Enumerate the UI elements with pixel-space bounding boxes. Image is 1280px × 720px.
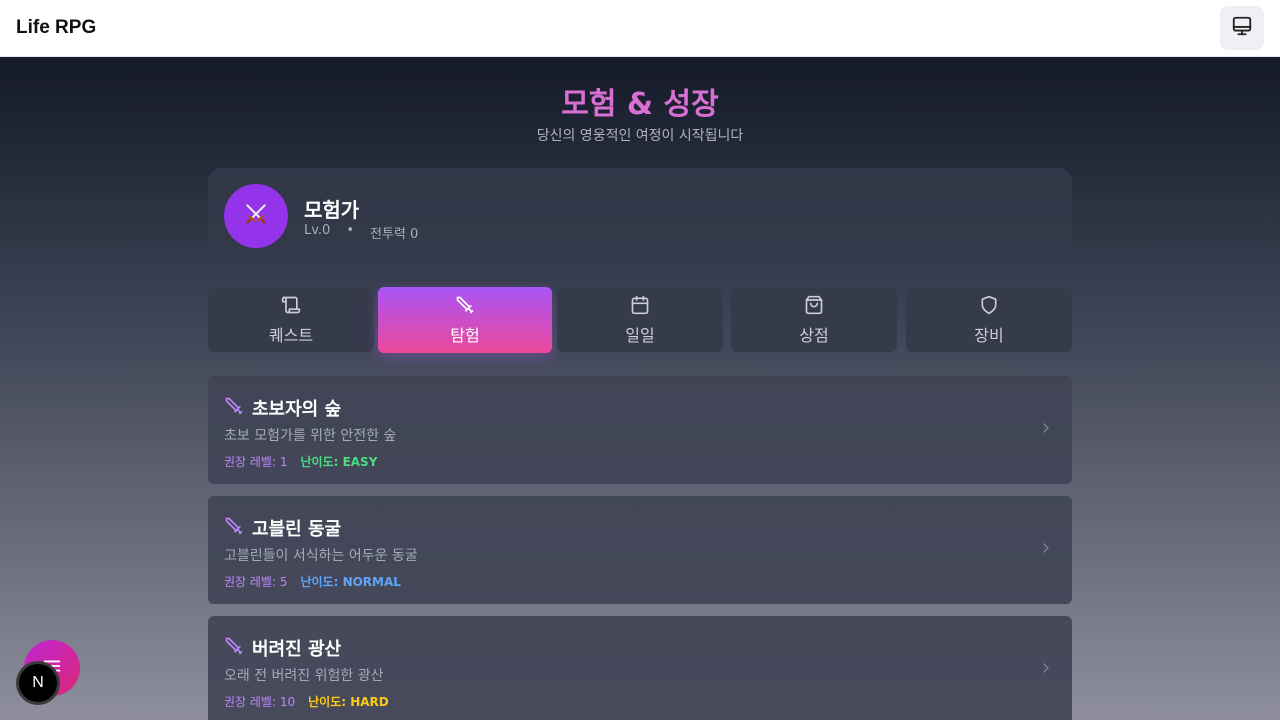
tab-bar: 퀘스트 탐험 일일 상점 장비 (208, 287, 1072, 353)
dungeon-description: 고블린들이 서식하는 어두운 동굴 (224, 548, 418, 564)
dungeon-title: 고블린 동굴 (252, 519, 342, 540)
page-subtitle: 당신의 영웅적인 여정이 시작됩니다 (536, 128, 744, 144)
sword-icon (224, 636, 244, 660)
tab-label: 일일 (625, 325, 655, 345)
app-title: Life RPG (16, 17, 97, 38)
monitor-icon (1231, 15, 1253, 41)
recommended-level: 권장 레벨: 1 (224, 455, 288, 469)
dungeon-description: 오래 전 버려진 위험한 광산 (224, 668, 384, 684)
calendar-icon (630, 295, 650, 319)
tab-equipment[interactable]: 장비 (906, 288, 1072, 352)
difficulty-label: 난이도: NORMAL (300, 575, 401, 589)
main-content: 모험 & 성장 당신의 영웅적인 여정이 시작됩니다 모험가 Lv.0 • 전투… (0, 57, 1280, 720)
tab-label: 상점 (799, 325, 829, 345)
tab-label: 퀘스트 (268, 325, 314, 345)
tab-explore[interactable]: 탐험 (378, 287, 552, 353)
profile-card: 모험가 Lv.0 • 전투력 0 (208, 168, 1072, 264)
tab-label: 탐험 (450, 325, 480, 345)
difficulty-label: 난이도: EASY (300, 455, 378, 469)
sword-icon (455, 295, 475, 319)
avatar (224, 184, 288, 248)
monitor-button[interactable] (1220, 6, 1264, 50)
dungeon-meta: 권장 레벨: 1 난이도: EASY (224, 453, 377, 470)
profile-name: 모험가 (304, 198, 360, 222)
dungeon-card-forest[interactable]: 초보자의 숲 초보 모험가를 위한 안전한 숲 권장 레벨: 1 난이도: EA… (208, 376, 1072, 484)
dungeon-card-goblin-cave[interactable]: 고블린 동굴 고블린들이 서식하는 어두운 동굴 권장 레벨: 5 난이도: N… (208, 496, 1072, 604)
top-bar: Life RPG (0, 0, 1280, 57)
sword-icon (224, 396, 244, 420)
recommended-level: 권장 레벨: 10 (224, 695, 296, 709)
tab-label: 장비 (974, 325, 1004, 345)
profile-stats: Lv.0 • 전투력 0 (304, 223, 418, 242)
stats-separator: • (346, 223, 355, 238)
chevron-right-icon (1038, 660, 1054, 680)
dungeon-description: 초보 모험가를 위한 안전한 숲 (224, 428, 397, 444)
shopping-bag-icon (804, 295, 824, 319)
tab-shop[interactable]: 상점 (731, 288, 897, 352)
sword-icon (224, 516, 244, 540)
tab-daily[interactable]: 일일 (557, 288, 723, 352)
page-title: 모험 & 성장 (561, 87, 719, 122)
recommended-level: 권장 레벨: 5 (224, 575, 288, 589)
profile-level: Lv.0 (304, 223, 331, 238)
chevron-right-icon (1038, 420, 1054, 440)
dungeon-meta: 권장 레벨: 5 난이도: NORMAL (224, 573, 401, 590)
tab-quest[interactable]: 퀘스트 (208, 288, 374, 352)
crossed-swords-icon (243, 201, 269, 231)
dungeon-meta: 권장 레벨: 10 난이도: HARD (224, 693, 389, 710)
dungeon-card-abandoned-mine[interactable]: 버려진 광산 오래 전 버려진 위험한 광산 권장 레벨: 10 난이도: HA… (208, 616, 1072, 720)
chevron-right-icon (1038, 540, 1054, 560)
dungeon-title: 초보자의 숲 (252, 399, 342, 420)
dev-tools-badge[interactable]: N (16, 661, 60, 705)
difficulty-label: 난이도: HARD (308, 695, 389, 709)
scroll-icon (281, 295, 301, 319)
shield-icon (979, 295, 999, 319)
dungeon-title: 버려진 광산 (252, 639, 342, 660)
profile-power: 전투력 0 (370, 227, 419, 242)
